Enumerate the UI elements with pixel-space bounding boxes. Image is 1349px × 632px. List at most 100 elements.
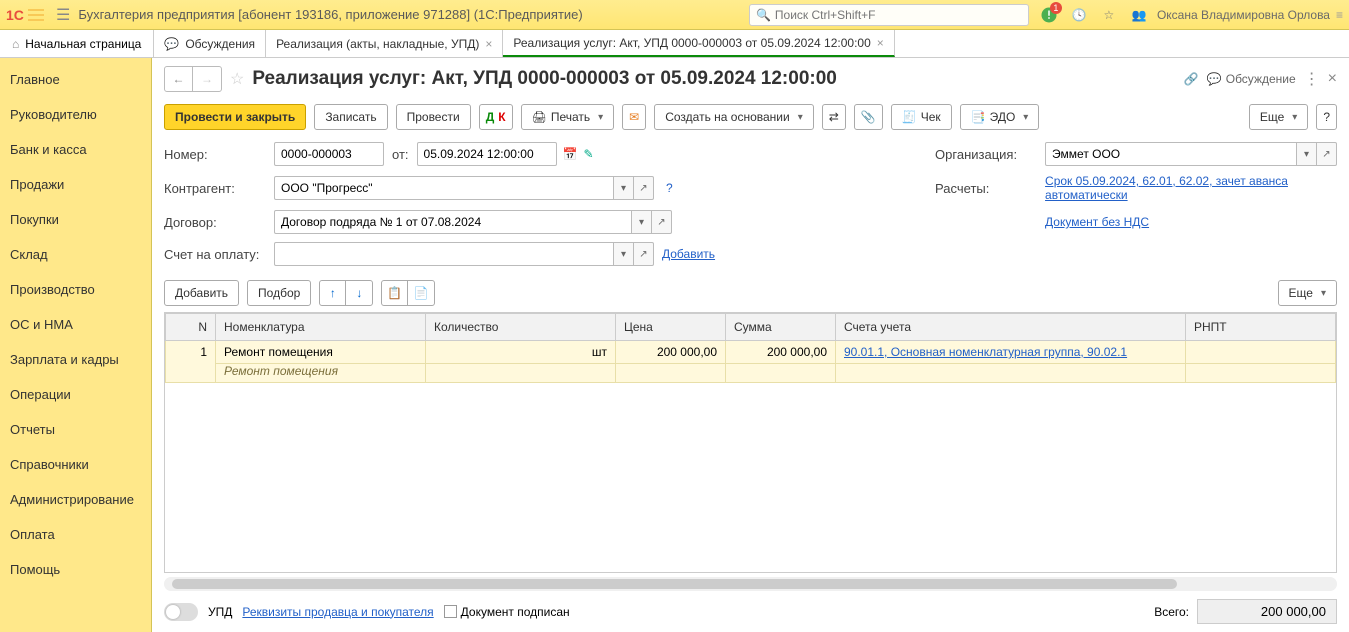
nav-sales[interactable]: Продажи [0,167,151,202]
back-button[interactable]: ← [165,67,193,91]
close-icon[interactable]: × [877,36,884,50]
nav-assets[interactable]: ОС и НМА [0,307,151,342]
related-button[interactable]: ⇄ [822,104,846,130]
post-close-button[interactable]: Провести и закрыть [164,104,306,130]
save-button[interactable]: Записать [314,104,387,130]
org-input[interactable] [1045,142,1297,166]
copy-icon[interactable]: 📋 [382,281,408,305]
signed-label: Документ подписан [461,605,570,619]
printer-icon: 🖨 [532,110,547,124]
nav-main[interactable]: Главное [0,62,151,97]
invoice-input[interactable] [274,242,614,266]
dropdown-icon[interactable]: ▾ [1297,142,1317,166]
print-button[interactable]: 🖨Печать [521,104,615,130]
h-scrollbar[interactable] [164,577,1337,591]
receipt-button[interactable]: 🧾Чек [891,104,952,130]
help-icon[interactable]: ? [666,181,673,195]
open-icon[interactable]: ↗ [652,210,672,234]
nav-admin[interactable]: Администрирование [0,482,151,517]
open-icon[interactable]: ↗ [634,176,654,200]
post-button[interactable]: Провести [396,104,471,130]
move-down-icon[interactable]: ↓ [346,281,372,305]
nav-manager[interactable]: Руководителю [0,97,151,132]
add-invoice-link[interactable]: Добавить [662,247,715,261]
favorite-icon[interactable]: ☆ [230,69,244,89]
dropdown-icon[interactable]: ▾ [614,242,634,266]
nav-reports[interactable]: Отчеты [0,412,151,447]
cell-price[interactable]: 200 000,00 [616,341,726,364]
add-row-button[interactable]: Добавить [164,280,239,306]
cell-subnomen[interactable]: Ремонт помещения [216,364,426,383]
tab-label: Обсуждения [185,37,255,51]
close-icon[interactable]: × [485,37,492,51]
table-more-button[interactable]: Еще [1278,280,1337,306]
close-icon[interactable]: × [1328,70,1337,88]
nav-hr[interactable]: Зарплата и кадры [0,342,151,377]
cell-nomen[interactable]: Ремонт помещения [216,341,426,364]
notification-icon[interactable]: 1 [1039,5,1059,25]
col-n[interactable]: N [166,314,216,341]
cell-rnpt[interactable] [1186,341,1336,364]
star-icon[interactable]: ☆ [1099,5,1119,25]
tab-home[interactable]: ⌂ Начальная страница [0,30,154,57]
tab-document[interactable]: Реализация услуг: Акт, УПД 0000-000003 о… [503,30,894,57]
col-accounts[interactable]: Счета учета [836,314,1186,341]
contragent-input[interactable] [274,176,614,200]
user-icon[interactable]: 👥 [1129,5,1149,25]
date-input[interactable] [417,142,557,166]
attach-button[interactable]: 📎 [854,104,883,130]
nav-production[interactable]: Производство [0,272,151,307]
nav-purchases[interactable]: Покупки [0,202,151,237]
nav-payment[interactable]: Оплата [0,517,151,552]
col-price[interactable]: Цена [616,314,726,341]
nav-stock[interactable]: Склад [0,237,151,272]
open-icon[interactable]: ↗ [1317,142,1337,166]
dropdown-icon[interactable]: ▾ [614,176,634,200]
table-subrow[interactable]: Ремонт помещения [166,364,1336,383]
rightpanel-icon[interactable]: ≡ [1336,8,1343,22]
help-button[interactable]: ? [1316,104,1337,130]
search-icon: 🔍 [756,8,771,22]
requisites-link[interactable]: Реквизиты продавца и покупателя [242,605,433,619]
edit-icon[interactable]: ✎ [583,147,593,161]
calc-link[interactable]: Срок 05.09.2024, 62.01, 62.02, зачет ава… [1045,174,1288,202]
col-rnpt[interactable]: РНПТ [1186,314,1336,341]
nav-catalogs[interactable]: Справочники [0,447,151,482]
menu-icon[interactable]: ☰ [56,5,70,25]
upd-toggle[interactable] [164,603,198,621]
edo-button[interactable]: 📑ЭДО [960,104,1040,130]
number-input[interactable] [274,142,384,166]
nav-bank[interactable]: Банк и касса [0,132,151,167]
col-qty[interactable]: Количество [426,314,616,341]
history-icon[interactable]: 🕓 [1069,5,1089,25]
search-input[interactable]: 🔍 [749,4,1029,26]
contract-input[interactable] [274,210,632,234]
pick-button[interactable]: Подбор [247,280,311,306]
move-up-icon[interactable]: ↑ [320,281,346,305]
posting-icon-button[interactable]: ДК [479,104,513,130]
col-sum[interactable]: Сумма [726,314,836,341]
calendar-icon[interactable]: 📅 [563,147,578,161]
tab-sales-list[interactable]: Реализация (акты, накладные, УПД) × [266,30,503,57]
cell-sum[interactable]: 200 000,00 [726,341,836,364]
col-nomen[interactable]: Номенклатура [216,314,426,341]
link-icon[interactable]: 🔗 [1184,72,1199,86]
nds-link[interactable]: Документ без НДС [1045,215,1149,229]
create-based-button[interactable]: Создать на основании [654,104,814,130]
nav-operations[interactable]: Операции [0,377,151,412]
cell-qty[interactable]: шт [426,341,616,364]
cell-accounts[interactable]: 90.01.1, Основная номенклатурная группа,… [836,341,1186,364]
tab-discussions[interactable]: 💬 Обсуждения [154,30,266,57]
more-icon[interactable]: ⋮ [1304,69,1320,89]
signed-checkbox[interactable]: Документ подписан [444,605,570,619]
more-button[interactable]: Еще [1249,104,1308,130]
cell-n[interactable]: 1 [166,341,216,383]
email-button[interactable]: ✉ [622,104,646,130]
nav-help[interactable]: Помощь [0,552,151,587]
paste-icon[interactable]: 📄 [408,281,434,305]
dropdown-icon[interactable]: ▾ [632,210,652,234]
forward-button[interactable]: → [193,67,221,91]
discuss-button[interactable]: 💬 Обсуждение [1207,72,1296,86]
table-row[interactable]: 1 Ремонт помещения шт 200 000,00 200 000… [166,341,1336,364]
open-icon[interactable]: ↗ [634,242,654,266]
